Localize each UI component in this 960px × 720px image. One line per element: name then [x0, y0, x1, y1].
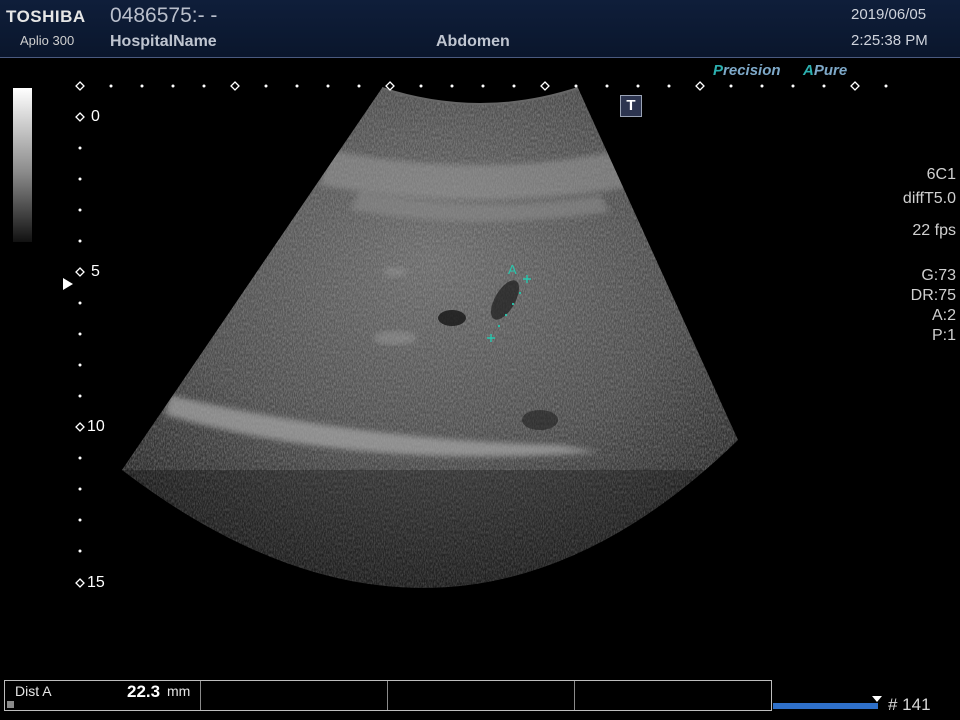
- caliper-marker-label: A: [508, 262, 517, 277]
- depth-label-0: 0: [91, 108, 100, 125]
- model-name: Aplio 300: [20, 33, 75, 48]
- a-value: A:2: [931, 307, 956, 324]
- focus-marker-icon[interactable]: [63, 278, 73, 290]
- dynamic-range-value: DR:75: [910, 287, 956, 304]
- precision-prefix: P: [713, 62, 724, 79]
- depth-label-5: 5: [91, 263, 100, 280]
- measurement-label: Dist A: [15, 683, 52, 699]
- precision-mode-indicator: Precision: [713, 62, 781, 79]
- gain-value: G:73: [921, 267, 956, 284]
- header-bar: TOSHIBA Aplio 300 0486575:- - HospitalNa…: [0, 0, 960, 58]
- measurement-cell-divider: [387, 681, 388, 710]
- exam-preset[interactable]: Abdomen: [436, 33, 510, 51]
- preset-label: diffT5.0: [902, 190, 956, 207]
- brand-logo: TOSHIBA: [6, 7, 86, 26]
- depth-label-15: 15: [87, 574, 105, 591]
- measurement-value: 22.3: [127, 682, 161, 701]
- grayscale-bar: [13, 88, 32, 242]
- cine-progress-bar[interactable]: [773, 703, 878, 709]
- frame-rate: 22 fps: [912, 222, 956, 239]
- text-annotation-icon[interactable]: T: [620, 95, 642, 117]
- apure-prefix: A: [803, 62, 814, 79]
- cine-position-marker-icon[interactable]: [872, 696, 882, 702]
- patient-id[interactable]: 0486575:- -: [110, 4, 217, 28]
- lateral-scale: [75, 81, 888, 91]
- corner-marker: [7, 701, 14, 708]
- probe-label: 6C1: [926, 166, 956, 183]
- apure-rest: Pure: [813, 62, 848, 79]
- ultrasound-image[interactable]: [0, 0, 960, 720]
- apure-mode-indicator: APure: [803, 62, 847, 79]
- exam-date: 2019/06/05: [851, 6, 927, 23]
- hospital-name: HospitalName: [110, 33, 217, 50]
- p-value: P:1: [931, 327, 956, 344]
- depth-label-10: 10: [87, 418, 105, 435]
- measurement-cell-divider: [200, 681, 201, 710]
- measurement-unit: mm: [167, 683, 191, 699]
- measurement-bar: Dist A 22.3 mm: [4, 680, 772, 711]
- frame-number: # 141: [888, 695, 931, 714]
- depth-scale: [75, 112, 85, 588]
- measurement-cell-divider: [574, 681, 575, 710]
- exam-time: 2:25:38 PM: [851, 32, 928, 49]
- precision-rest: recision: [723, 62, 781, 79]
